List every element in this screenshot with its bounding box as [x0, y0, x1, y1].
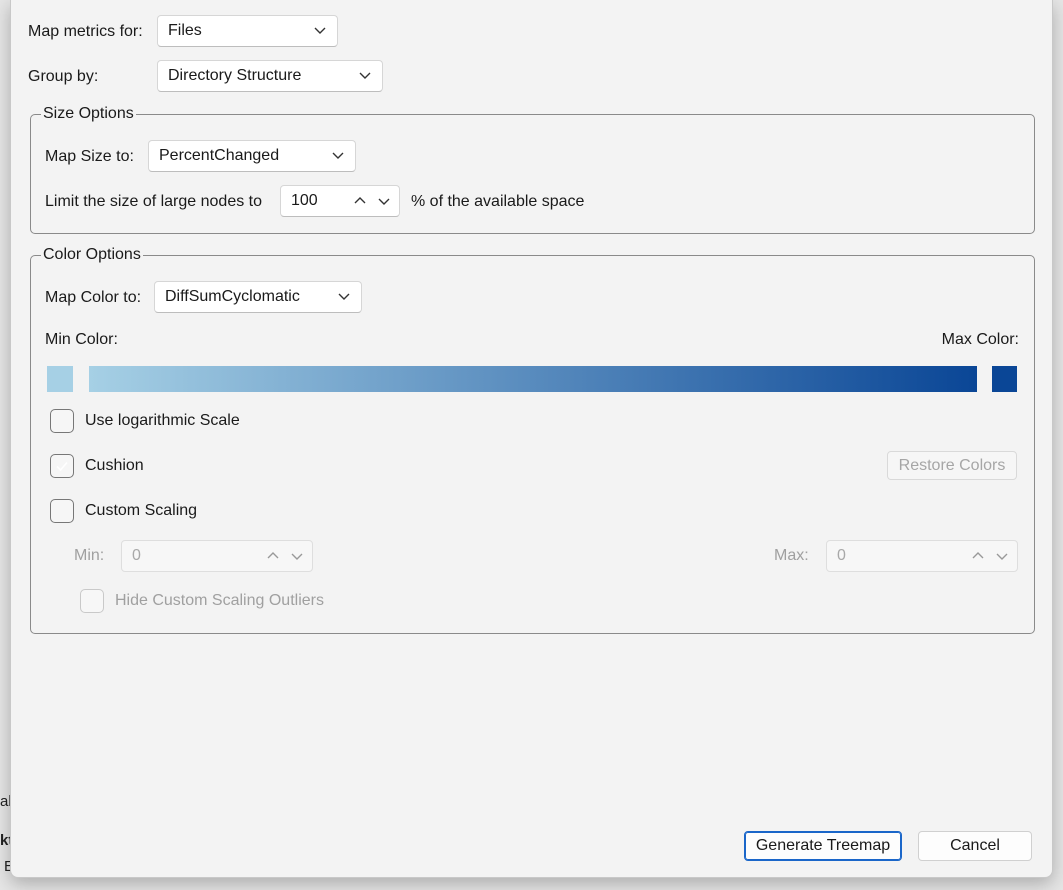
color-options-group: Color Options Map Color to: DiffSumCyclo… — [30, 244, 1035, 634]
use-log-scale-label: Use logarithmic Scale — [85, 412, 240, 429]
map-size-value: PercentChanged — [159, 147, 280, 164]
chevron-up-icon[interactable] — [971, 549, 985, 563]
map-size-label: Map Size to: — [45, 148, 134, 165]
cushion-label: Cushion — [85, 457, 144, 474]
min-value: 0 — [132, 547, 141, 564]
limit-size-label: Limit the size of large nodes to — [45, 193, 263, 210]
group-by-dropdown[interactable]: Directory Structure — [157, 60, 383, 92]
min-spinner[interactable]: 0 — [121, 540, 313, 572]
map-metrics-dropdown[interactable]: Files — [157, 15, 338, 47]
hide-outliers-label: Hide Custom Scaling Outliers — [115, 592, 324, 609]
map-color-value: DiffSumCyclomatic — [165, 288, 300, 305]
cushion-checkbox[interactable] — [50, 454, 74, 478]
use-log-scale-checkbox[interactable] — [50, 409, 74, 433]
chevron-up-icon[interactable] — [266, 549, 280, 563]
restore-colors-button[interactable]: Restore Colors — [887, 451, 1017, 480]
min-color-swatch[interactable] — [47, 366, 73, 392]
max-color-swatch[interactable] — [992, 366, 1017, 392]
max-label: Max: — [774, 547, 809, 564]
treemap-options-dialog: Map metrics for: Files Group by: Directo… — [10, 0, 1053, 878]
max-color-label: Max Color: — [941, 331, 1019, 348]
size-options-title: Size Options — [41, 103, 136, 125]
map-color-label: Map Color to: — [45, 289, 142, 306]
limit-size-spinner[interactable]: 100 — [280, 185, 400, 217]
generate-treemap-button[interactable]: Generate Treemap — [744, 831, 902, 861]
chevron-down-icon — [332, 152, 344, 159]
group-by-label: Group by: — [28, 68, 99, 85]
chevron-down-icon[interactable] — [995, 549, 1009, 563]
spinner-arrows — [266, 549, 304, 563]
limit-size-suffix: % of the available space — [411, 193, 585, 210]
checkmark-icon — [56, 461, 68, 472]
chevron-down-icon — [314, 27, 326, 34]
max-value: 0 — [837, 547, 846, 564]
custom-scaling-label: Custom Scaling — [85, 502, 198, 519]
spinner-arrows — [353, 194, 391, 208]
min-color-label: Min Color: — [45, 331, 118, 348]
limit-size-value: 100 — [291, 192, 318, 209]
min-label: Min: — [74, 547, 105, 564]
map-size-dropdown[interactable]: PercentChanged — [148, 140, 356, 172]
chevron-down-icon[interactable] — [290, 549, 304, 563]
group-by-value: Directory Structure — [168, 67, 302, 84]
size-options-group: Size Options Map Size to: PercentChanged… — [30, 103, 1035, 234]
cancel-button[interactable]: Cancel — [918, 831, 1032, 861]
map-metrics-value: Files — [168, 22, 202, 39]
custom-scaling-checkbox[interactable] — [50, 499, 74, 523]
color-gradient-bar — [89, 366, 977, 392]
map-metrics-label: Map metrics for: — [28, 23, 143, 40]
max-spinner[interactable]: 0 — [826, 540, 1018, 572]
chevron-down-icon[interactable] — [377, 194, 391, 208]
chevron-up-icon[interactable] — [353, 194, 367, 208]
chevron-down-icon — [338, 293, 350, 300]
hide-outliers-checkbox[interactable] — [80, 589, 104, 613]
color-options-title: Color Options — [41, 244, 143, 266]
chevron-down-icon — [359, 72, 371, 79]
spinner-arrows — [971, 549, 1009, 563]
map-color-dropdown[interactable]: DiffSumCyclomatic — [154, 281, 362, 313]
